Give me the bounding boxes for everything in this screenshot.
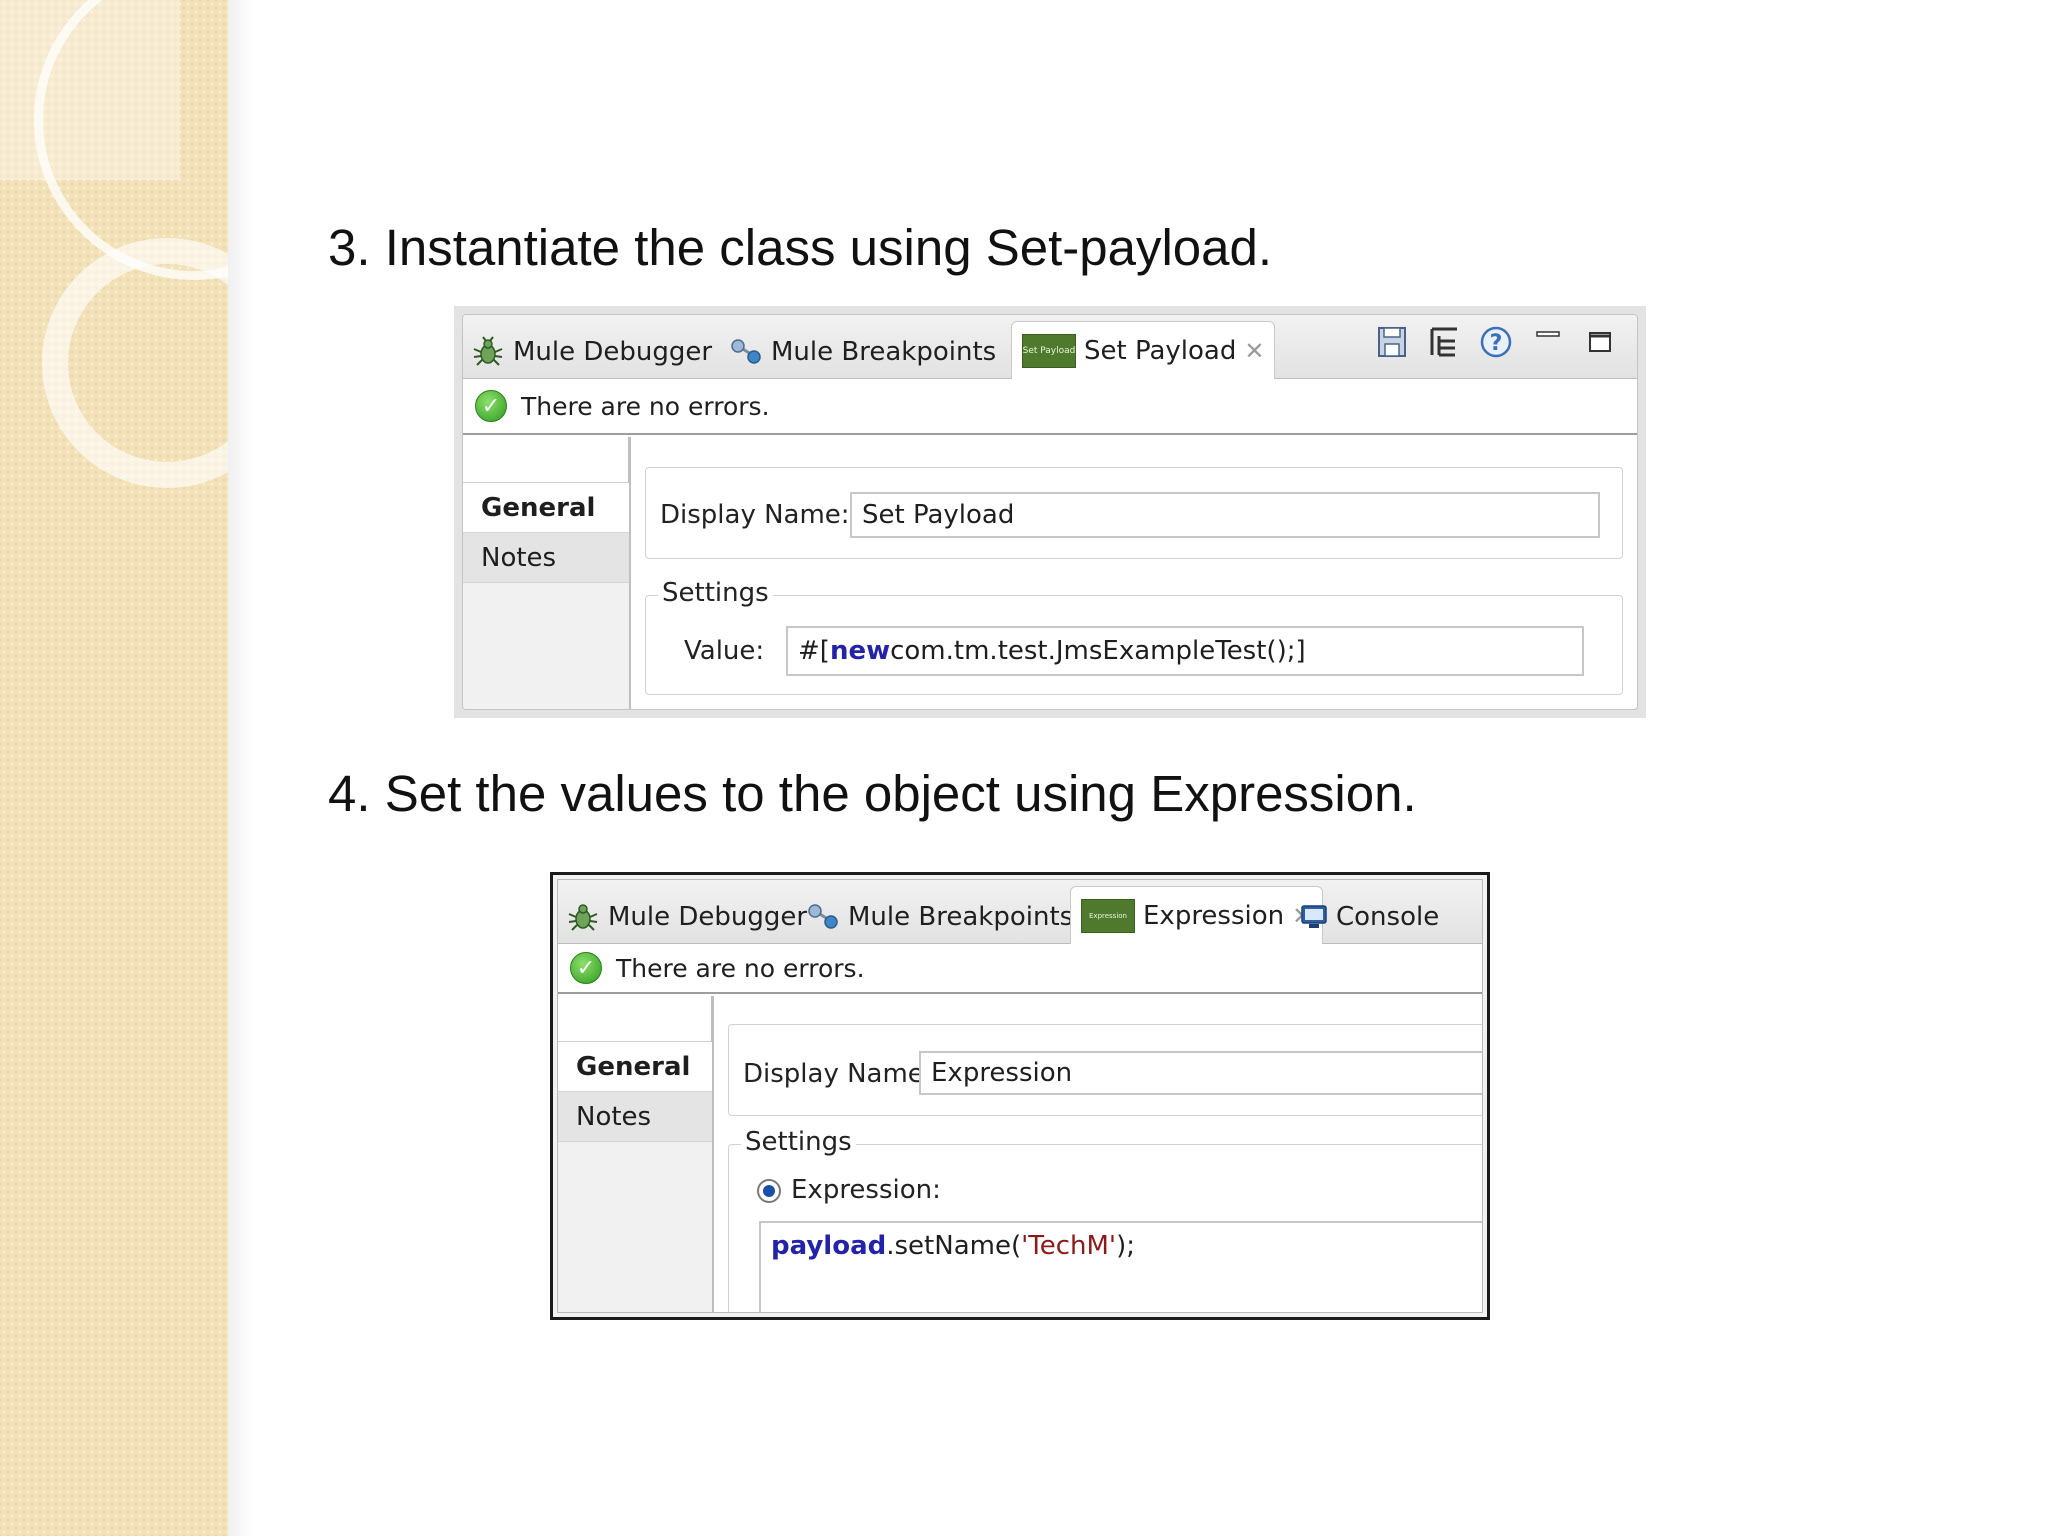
step-3-heading: 3. Instantiate the class using Set-paylo… xyxy=(328,219,1273,276)
tab-label: Mule Debugger xyxy=(608,902,808,932)
tab-mule-breakpoints[interactable]: Mule Breakpoints xyxy=(806,890,1073,944)
settings-title: Settings xyxy=(741,1127,856,1157)
value-input[interactable]: #[new com.tm.test.JmsExampleTest();] xyxy=(786,626,1584,676)
value-label: Value: xyxy=(684,636,765,666)
tab-bar: Mule Debugger Mule Breakpoints Expressio… xyxy=(558,880,1482,945)
display-name-group: Display Name: Expression xyxy=(728,1024,1482,1116)
decorative-side-band xyxy=(0,0,228,1536)
value-prefix: #[ xyxy=(798,636,830,666)
maximize-icon[interactable] xyxy=(1583,325,1617,359)
tree-icon[interactable] xyxy=(1427,325,1461,359)
sidebar-item-notes[interactable]: Notes xyxy=(463,533,629,583)
status-text: There are no errors. xyxy=(616,953,865,983)
tab-console[interactable]: Console xyxy=(1300,890,1439,944)
validation-status: ✓ There are no errors. xyxy=(463,379,1637,435)
validation-status: ✓ There are no errors. xyxy=(558,944,1482,994)
tab-bar: Mule Debugger Mule Breakpoints Set Paylo… xyxy=(463,315,1637,380)
svg-text:?: ? xyxy=(1490,331,1503,356)
view-toolbar: ? xyxy=(1375,325,1617,359)
band-shadow xyxy=(228,0,254,1536)
bug-icon xyxy=(568,904,598,931)
set-payload-icon: Set Payload xyxy=(1022,334,1076,368)
minimize-icon[interactable] xyxy=(1531,325,1565,359)
expression-radio-label: Expression: xyxy=(791,1175,941,1205)
value-keyword: new xyxy=(829,636,891,666)
expression-icon: Expression xyxy=(1081,899,1135,933)
check-icon: ✓ xyxy=(475,390,507,422)
check-icon: ✓ xyxy=(570,952,602,984)
tab-mule-debugger[interactable]: Mule Debugger xyxy=(471,325,712,379)
step-4-heading: 4. Set the values to the object using Ex… xyxy=(328,765,1417,822)
settings-title: Settings xyxy=(658,578,773,608)
status-text: There are no errors. xyxy=(521,391,770,421)
console-icon xyxy=(1301,905,1327,928)
sidebar-item-general[interactable]: General xyxy=(463,483,629,533)
save-icon[interactable] xyxy=(1375,325,1409,359)
breakpoints-icon xyxy=(731,339,761,364)
tab-set-payload[interactable]: Set Payload Set Payload ✕ xyxy=(1011,321,1276,380)
set-payload-panel: Mule Debugger Mule Breakpoints Set Paylo… xyxy=(454,306,1646,718)
display-name-input[interactable]: Set Payload xyxy=(850,492,1600,538)
tab-label: Set Payload xyxy=(1084,336,1237,366)
sidebar-spacer xyxy=(463,437,629,483)
expression-radio[interactable] xyxy=(757,1179,781,1203)
tab-label: Console xyxy=(1336,902,1440,932)
settings-group: Settings Value: #[new com.tm.test.JmsExa… xyxy=(645,578,1623,695)
set-payload-editor: Mule Debugger Mule Breakpoints Set Paylo… xyxy=(462,314,1638,710)
decorative-ring-large xyxy=(34,0,228,280)
property-sidebar: General Notes xyxy=(463,437,631,709)
code-keyword: payload xyxy=(771,1231,887,1261)
display-name-label: Display Name: xyxy=(743,1059,933,1089)
tab-expression[interactable]: Expression Expression ✕ xyxy=(1070,886,1324,945)
tab-label: Expression xyxy=(1143,901,1285,931)
display-name-label: Display Name: xyxy=(660,500,850,530)
tab-mule-debugger[interactable]: Mule Debugger xyxy=(566,890,807,944)
display-name-input[interactable]: Expression xyxy=(919,1051,1482,1095)
breakpoints-icon xyxy=(808,904,838,929)
tab-mule-breakpoints[interactable]: Mule Breakpoints xyxy=(729,325,996,379)
display-name-group: Display Name: Set Payload xyxy=(645,467,1623,559)
expression-panel: Mule Debugger Mule Breakpoints Expressio… xyxy=(550,872,1490,1320)
code-end: ); xyxy=(1116,1231,1135,1261)
expression-code-editor[interactable]: payload .setName('TechM'); xyxy=(759,1221,1482,1312)
close-icon[interactable]: ✕ xyxy=(1244,337,1264,365)
code-string: 'TechM' xyxy=(1021,1231,1117,1261)
sidebar-item-notes[interactable]: Notes xyxy=(558,1092,712,1142)
code-method: .setName( xyxy=(886,1231,1022,1261)
help-icon[interactable]: ? xyxy=(1479,325,1513,359)
sidebar-spacer xyxy=(558,996,712,1042)
tab-label: Mule Debugger xyxy=(513,337,713,367)
settings-group: Settings Expression: payload .setName('Te… xyxy=(728,1127,1482,1312)
sidebar-item-general[interactable]: General xyxy=(558,1042,712,1092)
bug-icon xyxy=(473,336,503,366)
radio-selected-dot xyxy=(763,1185,775,1197)
tab-label: Mule Breakpoints xyxy=(848,902,1074,932)
expression-editor: Mule Debugger Mule Breakpoints Expressio… xyxy=(557,879,1483,1313)
tab-label: Mule Breakpoints xyxy=(771,337,997,367)
property-sidebar: General Notes xyxy=(558,996,714,1312)
decorative-ring-small xyxy=(42,238,228,488)
value-rest: com.tm.test.JmsExampleTest();] xyxy=(890,636,1306,666)
